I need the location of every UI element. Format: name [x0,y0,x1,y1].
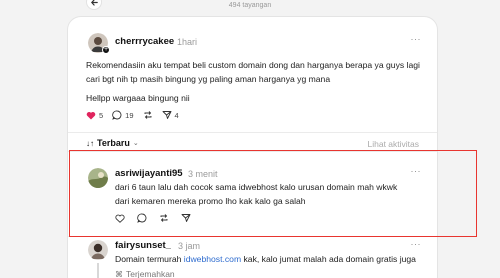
reply-link[interactable]: idwebhost.com [184,254,241,264]
post-text-line1: Rekomendasiin aku tempat beli custom dom… [86,60,420,70]
post-actions: 5 19 4 [86,110,188,120]
highlight-box [69,150,477,237]
translate-button[interactable]: ⌘ Terjemahkan [115,269,175,278]
share-count: 4 [174,110,179,120]
share-button[interactable]: 4 [162,110,179,120]
repost-icon [144,111,151,119]
heart-icon [86,111,96,119]
post-more-button[interactable]: ··· [411,34,422,44]
follow-plus-icon[interactable]: + [102,46,110,54]
reply-text-before: Domain termurah [115,254,184,264]
sort-label: Terbaru [97,138,130,148]
post-text-line3: Hellpp wargaaa bingung nii [86,93,190,103]
chevron-down-icon: ⌄ [132,140,139,147]
views-count: 494 tayangan [228,2,272,9]
arrow-left-icon [91,0,98,6]
comment-count: 19 [125,110,134,120]
like-count: 5 [99,110,104,120]
view-activity-link[interactable]: Lihat aktivitas [368,139,420,149]
comment-icon [112,110,122,120]
comment-button[interactable]: 19 [112,110,134,120]
reply-text-after: kak, kalo jumat malah ada domain gratis … [241,254,416,264]
thread-card: + cherrrycakee 1hari ··· Rekomendasiin a… [67,16,438,278]
send-icon [162,111,171,119]
reply-more-button[interactable]: ··· [411,239,422,249]
thread-line [97,263,99,278]
avatar[interactable] [88,240,108,260]
translate-label: Terjemahkan [126,269,175,278]
sort-icon: ↓↑ [86,138,94,148]
post-text-line2: cari bgt nih tp masih bingung yg paling … [86,74,331,84]
post-username[interactable]: cherrrycakee [115,36,174,47]
like-button[interactable]: 5 [86,111,103,120]
reply-text: Domain termurah idwebhost.com kak, kalo … [115,252,435,266]
translate-icon: ⌘ [115,269,123,278]
post-time: 1hari [177,37,198,47]
reply-username[interactable]: fairysunset_ [115,240,171,251]
reply-time: 3 jam [178,241,201,251]
repost-button[interactable] [143,110,153,120]
sort-dropdown[interactable]: ↓↑ Terbaru ⌄ [86,138,139,148]
divider [68,132,437,133]
